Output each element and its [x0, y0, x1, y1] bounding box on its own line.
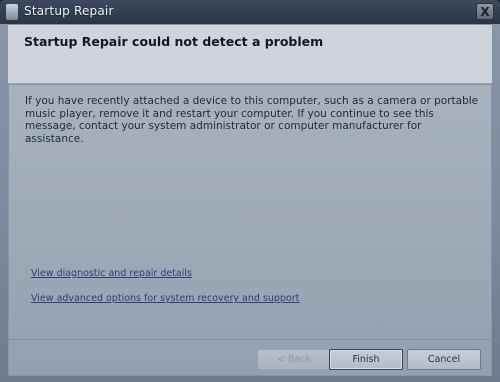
app-icon — [6, 4, 18, 20]
startup-repair-window: Startup Repair X Startup Repair could no… — [0, 0, 500, 382]
page-title: Startup Repair could not detect a proble… — [24, 34, 324, 49]
window-title: Startup Repair — [24, 4, 114, 18]
diagnostic-details-link[interactable]: View diagnostic and repair details — [31, 268, 192, 279]
title-bar: Startup Repair X — [0, 0, 500, 24]
finish-button[interactable]: Finish — [329, 349, 403, 370]
close-button[interactable]: X — [476, 3, 494, 20]
info-message: If you have recently attached a device t… — [25, 95, 479, 145]
advanced-options-link[interactable]: View advanced options for system recover… — [31, 293, 299, 304]
content-panel: If you have recently attached a device t… — [8, 84, 492, 376]
footer-divider — [9, 339, 491, 340]
header-panel: Startup Repair could not detect a proble… — [8, 25, 492, 84]
back-button[interactable]: < Back — [257, 349, 331, 370]
cancel-button[interactable]: Cancel — [407, 349, 481, 370]
